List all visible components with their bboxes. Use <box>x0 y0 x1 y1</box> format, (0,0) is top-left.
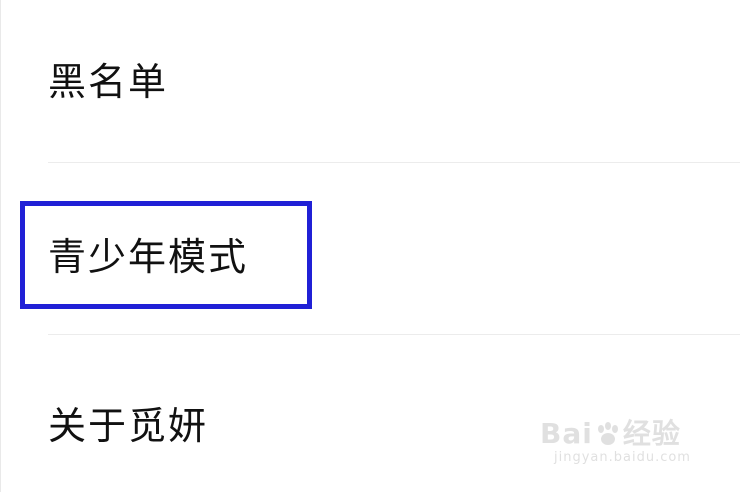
menu-item-youth-mode[interactable]: 青少年模式 <box>0 165 740 333</box>
watermark-url: jingyan.baidu.com <box>554 450 691 465</box>
watermark-logo: Bai 经验 <box>540 412 681 452</box>
divider <box>48 334 740 335</box>
menu-item-label: 关于觅妍 <box>48 404 209 448</box>
menu-item-blacklist[interactable]: 黑名单 <box>0 0 740 160</box>
baidu-jingyan-watermark: Bai 经验 jingyan.baidu.com <box>540 412 700 474</box>
watermark-logo-text: Bai <box>540 417 593 450</box>
menu-item-label: 青少年模式 <box>48 235 249 279</box>
paw-icon <box>597 422 618 445</box>
watermark-logo-suffix: 经验 <box>622 417 681 450</box>
menu-item-label: 黑名单 <box>48 60 169 104</box>
divider <box>48 162 740 163</box>
